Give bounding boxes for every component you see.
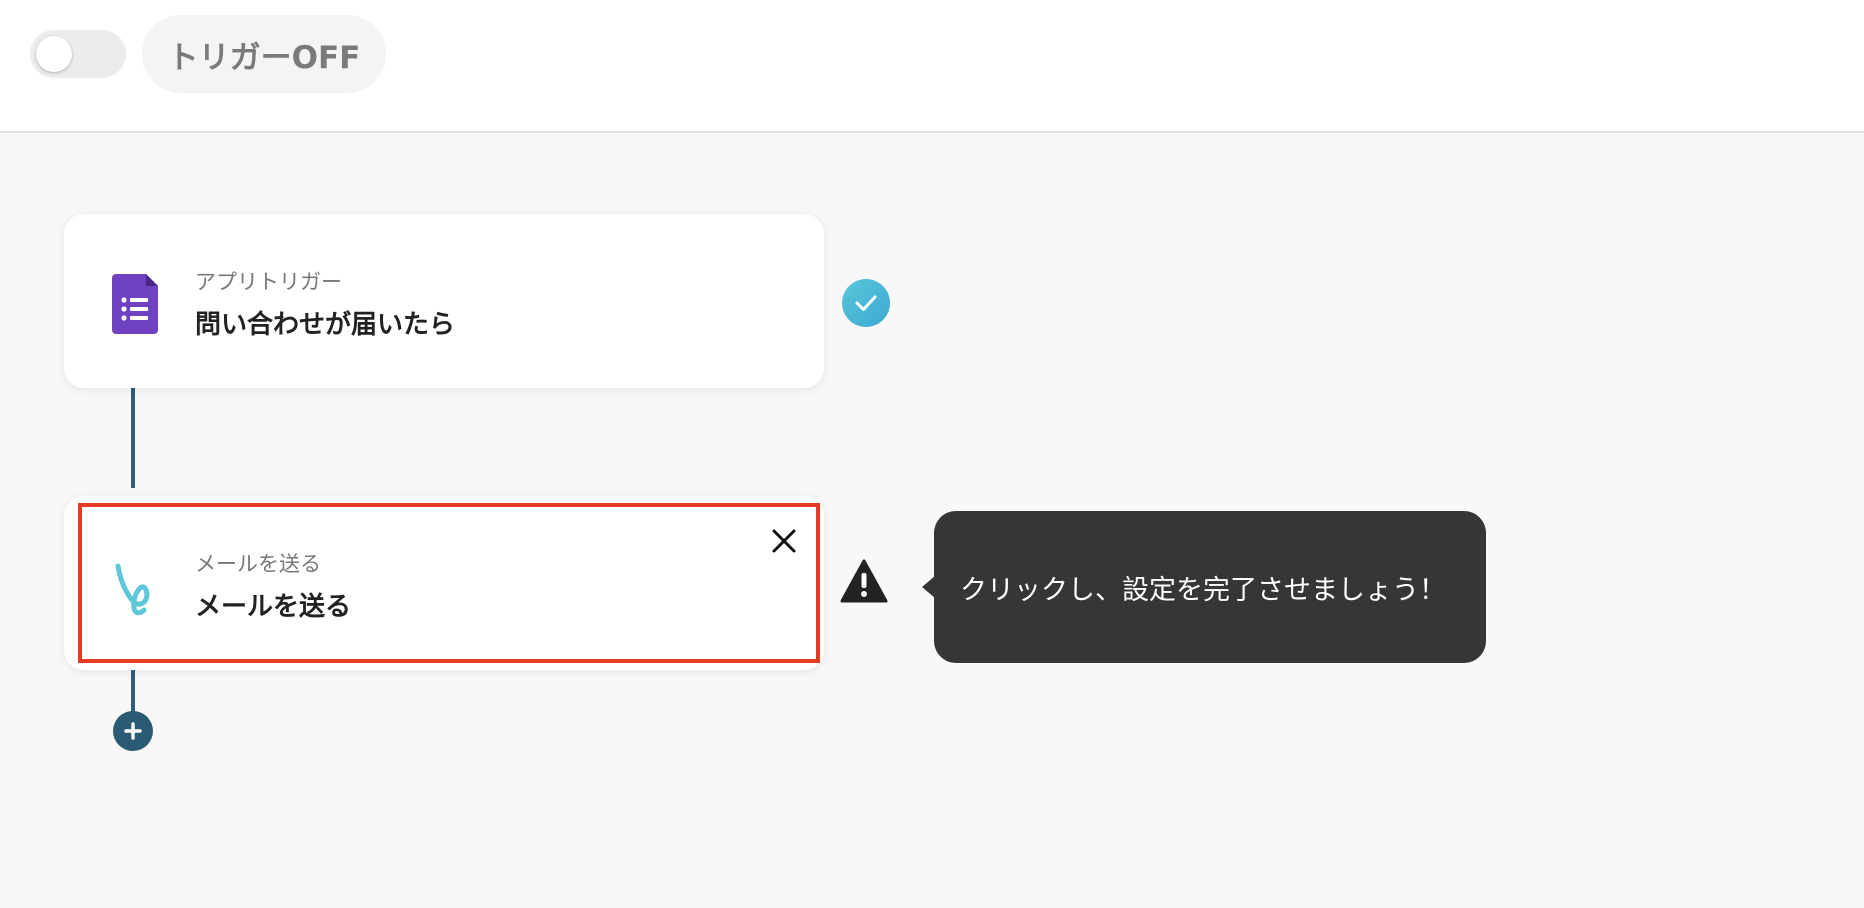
toggle-knob[interactable] (36, 36, 72, 72)
google-forms-icon (112, 274, 162, 334)
step-subtitle: メールを送る (195, 552, 321, 576)
flow-canvas: アプリトリガー 問い合わせが届いたら メールを送る メールを送る クリックし、設… (0, 135, 1864, 908)
close-icon[interactable] (766, 523, 802, 559)
warning-icon (840, 559, 888, 603)
mail-app-icon (112, 556, 162, 616)
flow-connector-line (131, 388, 135, 488)
check-complete-icon (842, 279, 890, 327)
add-step-button[interactable] (113, 711, 153, 751)
flow-connector-line (131, 667, 135, 715)
step-title: 問い合わせが届いたら (195, 310, 456, 340)
step-title: メールを送る (195, 592, 352, 622)
flow-step-card-send-mail[interactable]: メールを送る メールを送る (64, 496, 824, 670)
trigger-status-label: トリガーOFF (142, 15, 386, 93)
plus-icon (124, 722, 142, 740)
step-subtitle: アプリトリガー (195, 270, 342, 294)
trigger-toggle-switch[interactable] (30, 30, 126, 78)
setup-tooltip: クリックし、設定を完了させましょう！ (934, 511, 1486, 663)
top-bar: トリガーOFF (0, 0, 1864, 133)
flow-step-card-trigger[interactable]: アプリトリガー 問い合わせが届いたら (64, 214, 824, 388)
tooltip-text: クリックし、設定を完了させましょう！ (960, 574, 1446, 606)
